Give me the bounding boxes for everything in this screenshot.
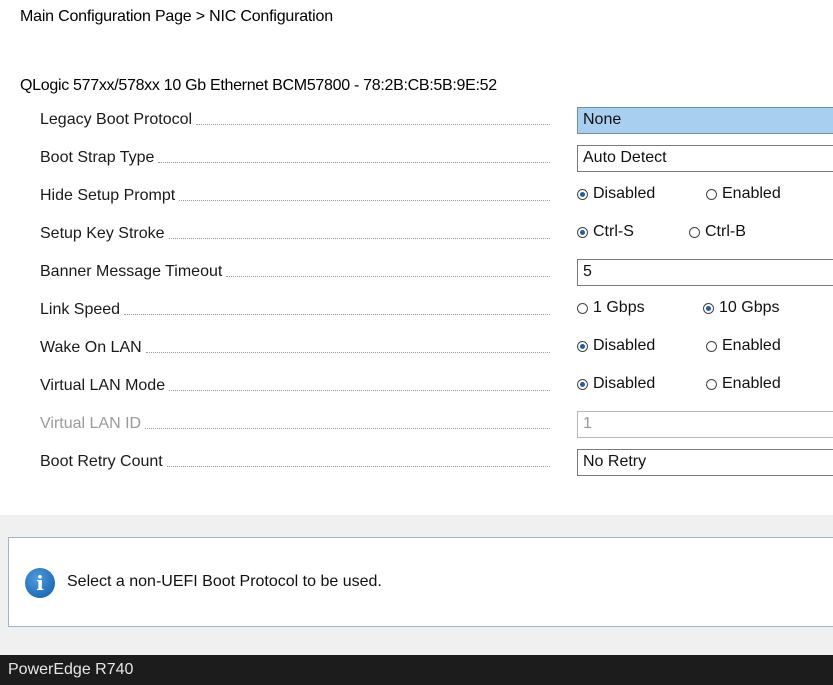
radio-unselected-icon	[706, 188, 717, 200]
row-virtual-lan-id: Virtual LAN ID 1	[0, 405, 833, 443]
nic-section-title: QLogic 577xx/578xx 10 Gb Ethernet BCM578…	[20, 77, 497, 94]
legacy-boot-protocol-label: Legacy Boot Protocol	[40, 111, 193, 128]
radio-unselected-icon	[706, 378, 717, 390]
boot-strap-type-label: Boot Strap Type	[40, 149, 155, 166]
legacy-boot-protocol-select[interactable]: None	[577, 107, 833, 134]
leader-dots	[158, 161, 550, 163]
boot-strap-type-select[interactable]: Auto Detect	[577, 145, 833, 172]
leader-dots	[169, 389, 550, 391]
leader-dots	[196, 123, 550, 125]
hide-setup-prompt-label: Hide Setup Prompt	[40, 187, 176, 204]
leader-dots	[145, 427, 550, 429]
link-speed-label: Link Speed	[40, 301, 121, 318]
row-link-speed: Link Speed 1 Gbps 10 Gbps	[0, 291, 833, 329]
row-setup-key-stroke: Setup Key Stroke Ctrl-S Ctrl-B	[0, 215, 833, 253]
setup-key-stroke-label: Setup Key Stroke	[40, 225, 165, 242]
radio-unselected-icon	[689, 226, 700, 238]
radio-selected-icon	[703, 302, 714, 314]
virtual-lan-id-label: Virtual LAN ID	[40, 415, 142, 432]
radio-selected-icon	[577, 188, 588, 200]
info-icon: i	[25, 568, 55, 598]
virtual-lan-id-input: 1	[577, 411, 833, 438]
virtual-lan-mode-radio-disabled[interactable]: Disabled	[577, 375, 655, 393]
leader-dots	[166, 465, 550, 467]
leader-dots	[168, 237, 550, 239]
hide-setup-prompt-radio-disabled[interactable]: Disabled	[577, 185, 655, 203]
setup-key-stroke-radio-ctrl-b[interactable]: Ctrl-B	[689, 223, 746, 241]
system-model-label: PowerEdge R740	[8, 661, 134, 678]
leader-dots	[226, 275, 550, 277]
virtual-lan-mode-label: Virtual LAN Mode	[40, 377, 166, 394]
row-boot-strap-type: Boot Strap Type Auto Detect	[0, 139, 833, 177]
link-speed-radio-1gbps[interactable]: 1 Gbps	[577, 299, 645, 317]
footer-bar: PowerEdge R740	[0, 655, 833, 685]
leader-dots	[145, 351, 550, 353]
boot-retry-count-label: Boot Retry Count	[40, 453, 163, 470]
leader-dots	[179, 199, 550, 201]
banner-message-timeout-input[interactable]: 5	[577, 259, 833, 286]
row-legacy-boot-protocol: Legacy Boot Protocol None	[0, 101, 833, 139]
row-virtual-lan-mode: Virtual LAN Mode Disabled Enabled	[0, 367, 833, 405]
row-banner-message-timeout: Banner Message Timeout 5	[0, 253, 833, 291]
page-breadcrumb: Main Configuration Page > NIC Configurat…	[20, 8, 333, 25]
radio-selected-icon	[577, 340, 588, 352]
link-speed-radio-10gbps[interactable]: 10 Gbps	[703, 299, 779, 317]
help-text: Select a non-UEFI Boot Protocol to be us…	[67, 573, 382, 590]
radio-selected-icon	[577, 378, 588, 390]
wake-on-lan-radio-enabled[interactable]: Enabled	[706, 337, 781, 355]
setup-key-stroke-radio-ctrl-s[interactable]: Ctrl-S	[577, 223, 634, 241]
row-boot-retry-count: Boot Retry Count No Retry	[0, 443, 833, 481]
leader-dots	[124, 313, 550, 315]
wake-on-lan-label: Wake On LAN	[40, 339, 142, 356]
help-panel: i Select a non-UEFI Boot Protocol to be …	[8, 537, 833, 627]
boot-retry-count-select[interactable]: No Retry	[577, 449, 833, 476]
hide-setup-prompt-radio-enabled[interactable]: Enabled	[706, 185, 781, 203]
radio-unselected-icon	[577, 302, 588, 314]
row-wake-on-lan: Wake On LAN Disabled Enabled	[0, 329, 833, 367]
virtual-lan-mode-radio-enabled[interactable]: Enabled	[706, 375, 781, 393]
banner-message-timeout-label: Banner Message Timeout	[40, 263, 223, 280]
row-hide-setup-prompt: Hide Setup Prompt Disabled Enabled	[0, 177, 833, 215]
radio-unselected-icon	[706, 340, 717, 352]
wake-on-lan-radio-disabled[interactable]: Disabled	[577, 337, 655, 355]
radio-selected-icon	[577, 226, 588, 238]
